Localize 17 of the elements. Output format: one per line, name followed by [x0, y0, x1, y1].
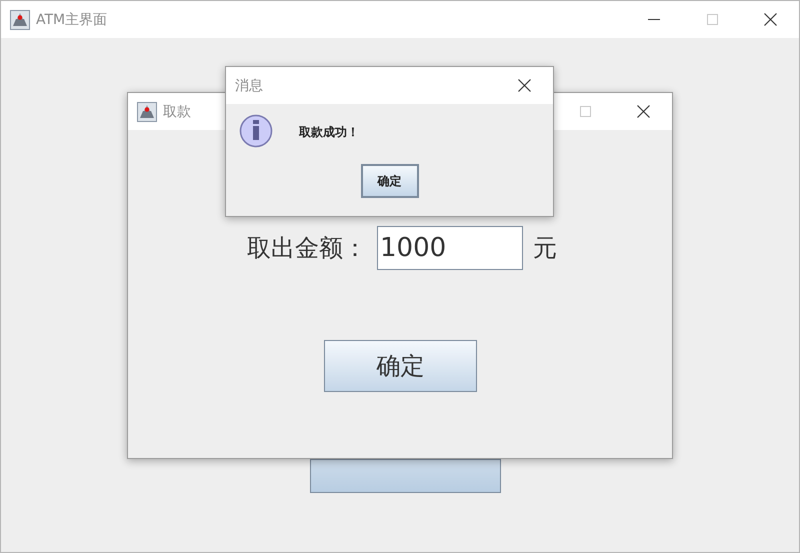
window-title: ATM主界面	[36, 10, 108, 28]
unit-label: 元	[533, 233, 557, 264]
window-title: 取款	[163, 102, 192, 120]
message-text: 取款成功！	[299, 124, 359, 140]
close-icon[interactable]	[764, 13, 776, 26]
app-icon	[10, 10, 30, 30]
close-icon[interactable]	[518, 79, 530, 92]
minimize-icon[interactable]	[648, 18, 660, 20]
dialog-title: 消息	[235, 76, 264, 94]
app-icon	[137, 102, 157, 122]
close-icon[interactable]	[636, 105, 650, 118]
exit-button[interactable]	[310, 459, 501, 493]
amount-label: 取出金额：	[247, 233, 367, 264]
confirm-button[interactable]: 确定	[324, 340, 477, 392]
amount-field[interactable]: 1000	[377, 226, 523, 270]
ok-button[interactable]: 确定	[360, 164, 418, 198]
info-icon	[239, 114, 275, 150]
